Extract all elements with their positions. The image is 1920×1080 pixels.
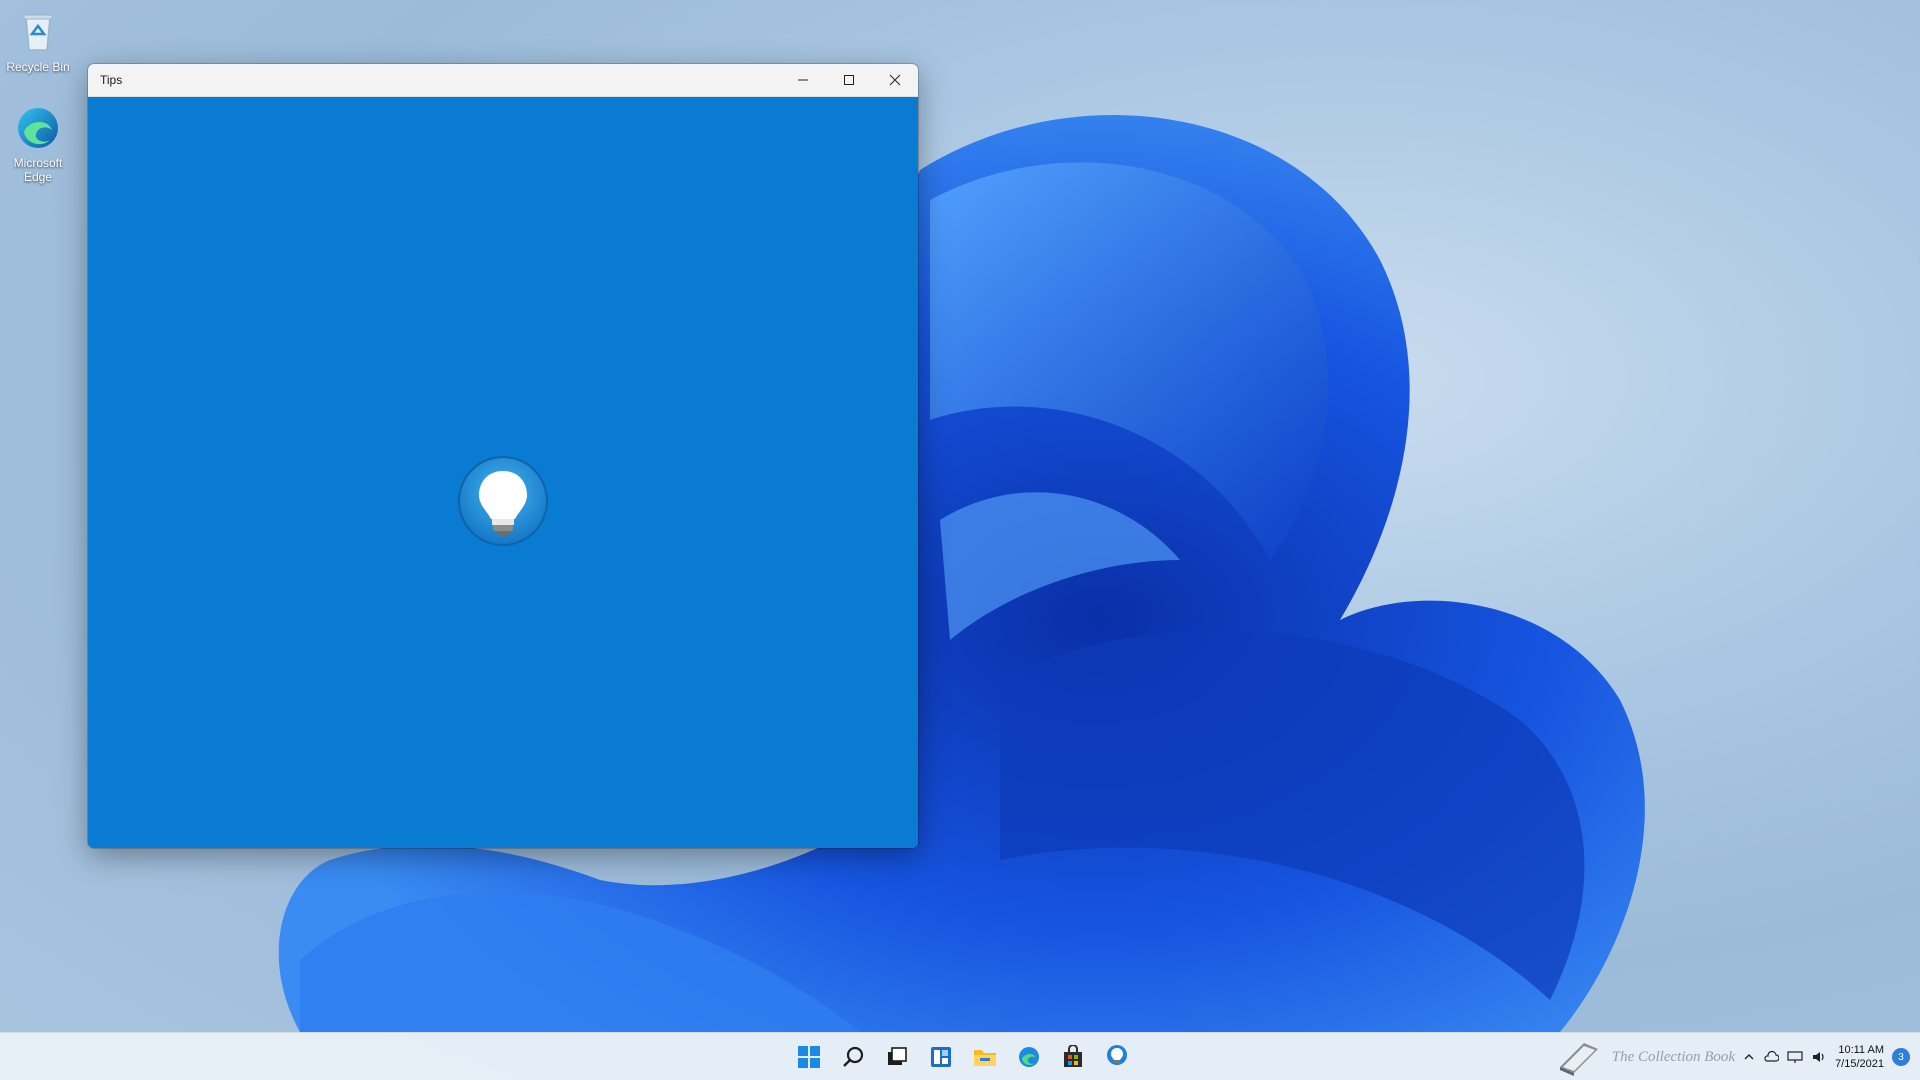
tips-splash-screen: [88, 97, 918, 848]
task-view-button[interactable]: [878, 1037, 916, 1077]
taskbar-apps: [790, 1033, 1136, 1080]
taskbar: The Collection Book 10:11 AM 7/15/2021 3: [0, 1032, 1920, 1080]
minimize-icon: [798, 79, 808, 81]
tips-icon: [1107, 1045, 1127, 1065]
network-icon[interactable]: [1787, 1050, 1803, 1064]
tips-window[interactable]: Tips: [88, 64, 918, 848]
clock-date: 7/15/2021: [1835, 1058, 1884, 1070]
close-icon: [889, 74, 901, 86]
cloud-icon[interactable]: [1763, 1050, 1780, 1064]
store-button[interactable]: [1054, 1037, 1092, 1077]
watermark-book-icon: [1559, 1043, 1598, 1076]
clock[interactable]: 10:11 AM 7/15/2021: [1835, 1043, 1884, 1071]
recycle-bin-icon: [23, 14, 53, 51]
notification-badge[interactable]: 3: [1892, 1048, 1910, 1066]
maximize-button[interactable]: [826, 64, 872, 97]
store-icon: [1064, 1045, 1082, 1067]
edge-icon: [18, 108, 58, 148]
file-explorer-button[interactable]: [966, 1037, 1004, 1077]
start-icon: [798, 1046, 820, 1068]
system-tray: The Collection Book 10:11 AM 7/15/2021 3: [1554, 1033, 1910, 1080]
close-button[interactable]: [872, 64, 918, 97]
desktop-icon-recycle-bin[interactable]: Recycle Bin: [1, 8, 75, 74]
minimize-button[interactable]: [780, 64, 826, 97]
tips-taskbar-button[interactable]: [1098, 1037, 1136, 1077]
desktop-icon-label: Recycle Bin: [6, 60, 70, 74]
start-button[interactable]: [790, 1037, 828, 1077]
search-button[interactable]: [834, 1037, 872, 1077]
maximize-icon: [844, 75, 854, 85]
task-view-icon: [888, 1047, 907, 1065]
window-title: Tips: [100, 73, 123, 87]
widgets-icon: [931, 1047, 951, 1067]
chevron-up-icon[interactable]: [1743, 1051, 1755, 1063]
window-titlebar[interactable]: Tips: [88, 64, 918, 97]
edge-icon: [1019, 1047, 1039, 1067]
file-explorer-icon: [974, 1050, 996, 1066]
volume-icon[interactable]: [1811, 1050, 1827, 1064]
edge-taskbar-button[interactable]: [1010, 1037, 1048, 1077]
clock-time: 10:11 AM: [1838, 1044, 1884, 1056]
lightbulb-icon: [458, 456, 548, 546]
widgets-button[interactable]: [922, 1037, 960, 1077]
search-icon: [843, 1046, 864, 1067]
desktop-icon-label: Microsoft Edge: [13, 156, 63, 184]
desktop-icon-microsoft-edge[interactable]: Microsoft Edge: [1, 104, 75, 184]
watermark-text: The Collection Book: [1611, 1048, 1736, 1065]
